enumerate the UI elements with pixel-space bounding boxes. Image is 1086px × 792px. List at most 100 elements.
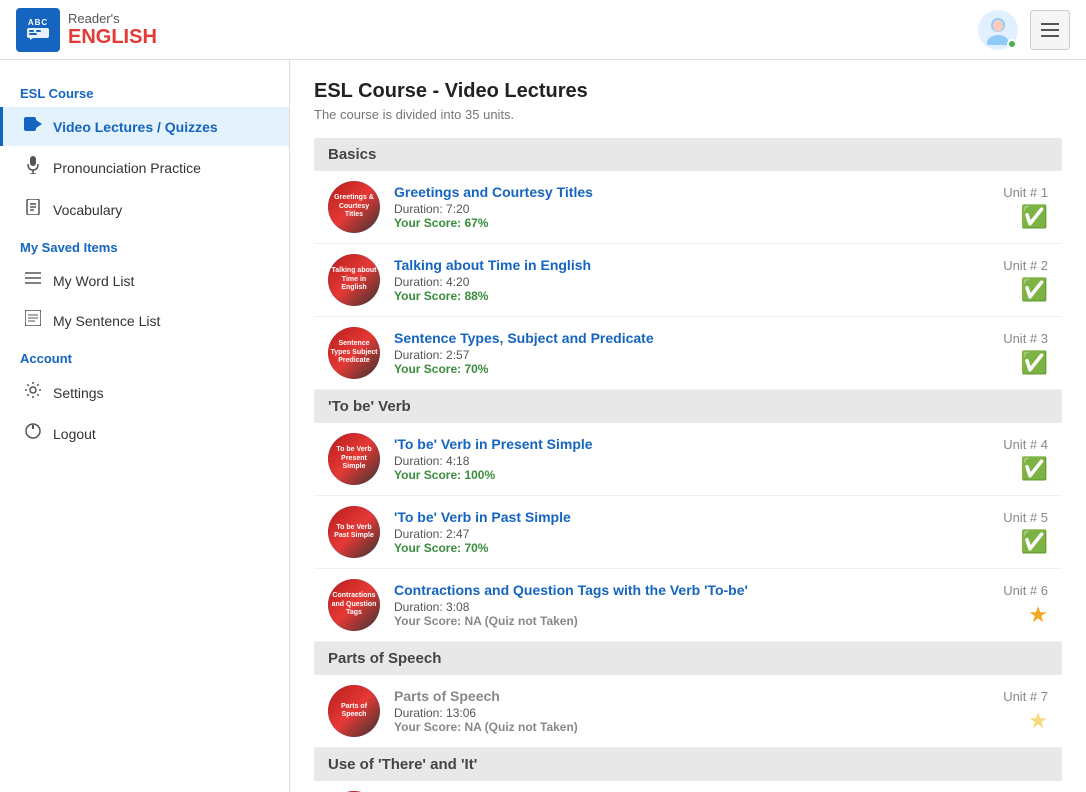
unit-num-3: Unit # 3: [1003, 331, 1048, 346]
settings-icon: [23, 382, 43, 403]
unit-title-6: Contractions and Question Tags with the …: [394, 582, 944, 598]
video-lectures-label: Video Lectures / Quizzes: [53, 119, 218, 135]
unit-duration-1: Duration: 7:20: [394, 202, 944, 216]
section-header-tobe: 'To be' Verb: [314, 390, 1062, 423]
sidebar-item-settings[interactable]: Settings: [0, 372, 289, 413]
unit-thumb-inner-7: Parts of Speech: [328, 685, 380, 737]
unit-thumb-7: Parts of Speech: [328, 685, 380, 737]
unit-right-2: Unit # 2 ✅: [958, 258, 1048, 303]
unit-info-2: Talking about Time in English Duration: …: [394, 257, 944, 303]
unit-score-2: Your Score: 88%: [394, 289, 944, 303]
unit-info-6: Contractions and Question Tags with the …: [394, 582, 944, 628]
hamburger-line-2: [1041, 29, 1059, 31]
hamburger-button[interactable]: [1030, 10, 1070, 50]
hamburger-line-1: [1041, 23, 1059, 25]
mic-icon: [23, 156, 43, 179]
unit-num-6: Unit # 6: [1003, 583, 1048, 598]
unit-info-5: 'To be' Verb in Past Simple Duration: 2:…: [394, 509, 944, 555]
check-icon-3: ✅: [1021, 350, 1048, 376]
unit-thumb-inner-6: Contractions and Question Tags: [328, 579, 380, 631]
esl-section-label: ESL Course: [0, 76, 289, 107]
unit-row-2[interactable]: Talking about Time in English Talking ab…: [314, 244, 1062, 317]
unit-num-5: Unit # 5: [1003, 510, 1048, 525]
sentence-list-icon: [23, 310, 43, 331]
page-title: ESL Course - Video Lectures: [314, 80, 1062, 103]
logo-readers: Reader's: [68, 11, 157, 26]
unit-row-4[interactable]: To be Verb Present Simple 'To be' Verb i…: [314, 423, 1062, 496]
unit-info-4: 'To be' Verb in Present Simple Duration:…: [394, 436, 944, 482]
unit-thumb-inner-2: Talking about Time in English: [328, 254, 380, 306]
unit-score-4: Your Score: 100%: [394, 468, 944, 482]
unit-score-7: Your Score: NA (Quiz not Taken): [394, 720, 944, 734]
check-icon-2: ✅: [1021, 277, 1048, 303]
unit-duration-2: Duration: 4:20: [394, 275, 944, 289]
unit-right-4: Unit # 4 ✅: [958, 437, 1048, 482]
unit-row-5[interactable]: To be Verb Past Simple 'To be' Verb in P…: [314, 496, 1062, 569]
unit-title-4: 'To be' Verb in Present Simple: [394, 436, 944, 452]
unit-right-3: Unit # 3 ✅: [958, 331, 1048, 376]
pronunciation-label: Pronounciation Practice: [53, 160, 201, 176]
section-header-there: Use of 'There' and 'It': [314, 748, 1062, 781]
unit-thumb-2: Talking about Time in English: [328, 254, 380, 306]
sidebar-item-word-list[interactable]: My Word List: [0, 261, 289, 300]
check-icon-4: ✅: [1021, 456, 1048, 482]
unit-info-7: Parts of Speech Duration: 13:06 Your Sco…: [394, 688, 944, 734]
unit-title-7: Parts of Speech: [394, 688, 944, 704]
hamburger-line-3: [1041, 35, 1059, 37]
unit-thumb-6: Contractions and Question Tags: [328, 579, 380, 631]
page-subtitle: The course is divided into 35 units.: [314, 107, 1062, 122]
unit-duration-4: Duration: 4:18: [394, 454, 944, 468]
unit-thumb-inner-1: Greetings & Courtesy Titles: [328, 181, 380, 233]
unit-row-7[interactable]: Parts of Speech Parts of Speech Duration…: [314, 675, 1062, 748]
unit-thumb-inner-4: To be Verb Present Simple: [328, 433, 380, 485]
sidebar-item-sentence-list[interactable]: My Sentence List: [0, 300, 289, 341]
logo-english: ENGLISH: [68, 26, 157, 49]
vocabulary-label: Vocabulary: [53, 202, 122, 218]
online-indicator: [1007, 39, 1017, 49]
star-icon-7: ★: [1028, 708, 1048, 734]
unit-thumb-3: Sentence Types Subject Predicate: [328, 327, 380, 379]
logout-label: Logout: [53, 426, 96, 442]
saved-items-section-label: My Saved Items: [0, 230, 289, 261]
unit-row-3[interactable]: Sentence Types Subject Predicate Sentenc…: [314, 317, 1062, 390]
sidebar-item-pronunciation[interactable]: Pronounciation Practice: [0, 146, 289, 189]
word-list-label: My Word List: [53, 273, 134, 289]
logo-area: ABC Reader's ENGLISH: [16, 8, 157, 52]
header-right: [978, 10, 1070, 50]
unit-thumb-inner-3: Sentence Types Subject Predicate: [328, 327, 380, 379]
sidebar-item-vocabulary[interactable]: Vocabulary: [0, 189, 289, 230]
logo-text: Reader's ENGLISH: [68, 11, 157, 49]
unit-row-8[interactable]: THERE IS THERE ARE Present Simple 'THERE…: [314, 781, 1062, 792]
unit-row-1[interactable]: Greetings & Courtesy Titles Greetings an…: [314, 171, 1062, 244]
account-section-label: Account: [0, 341, 289, 372]
unit-right-1: Unit # 1 ✅: [958, 185, 1048, 230]
sidebar-item-video-lectures[interactable]: Video Lectures / Quizzes: [0, 107, 289, 146]
unit-right-6: Unit # 6 ★: [958, 583, 1048, 628]
star-icon-6: ★: [1028, 602, 1048, 628]
logout-icon: [23, 423, 43, 444]
avatar[interactable]: [978, 10, 1018, 50]
section-header-basics: Basics: [314, 138, 1062, 171]
unit-thumb-1: Greetings & Courtesy Titles: [328, 181, 380, 233]
sentence-list-label: My Sentence List: [53, 313, 160, 329]
sidebar-item-logout[interactable]: Logout: [0, 413, 289, 454]
unit-thumb-inner-5: To be Verb Past Simple: [328, 506, 380, 558]
logo-chat-icon: [26, 27, 50, 41]
unit-duration-7: Duration: 13:06: [394, 706, 944, 720]
unit-duration-5: Duration: 2:47: [394, 527, 944, 541]
check-icon-5: ✅: [1021, 529, 1048, 555]
unit-info-1: Greetings and Courtesy Titles Duration: …: [394, 184, 944, 230]
main-content: ESL Course - Video Lectures The course i…: [290, 60, 1086, 792]
unit-duration-3: Duration: 2:57: [394, 348, 944, 362]
unit-score-1: Your Score: 67%: [394, 216, 944, 230]
main-layout: ESL Course Video Lectures / Quizzes Pron…: [0, 60, 1086, 792]
unit-row-6[interactable]: Contractions and Question Tags Contracti…: [314, 569, 1062, 642]
check-icon-1: ✅: [1021, 204, 1048, 230]
unit-num-2: Unit # 2: [1003, 258, 1048, 273]
unit-score-3: Your Score: 70%: [394, 362, 944, 376]
unit-num-4: Unit # 4: [1003, 437, 1048, 452]
unit-title-3: Sentence Types, Subject and Predicate: [394, 330, 944, 346]
logo-icon: ABC: [16, 8, 60, 52]
video-icon: [23, 117, 43, 136]
unit-duration-6: Duration: 3:08: [394, 600, 944, 614]
